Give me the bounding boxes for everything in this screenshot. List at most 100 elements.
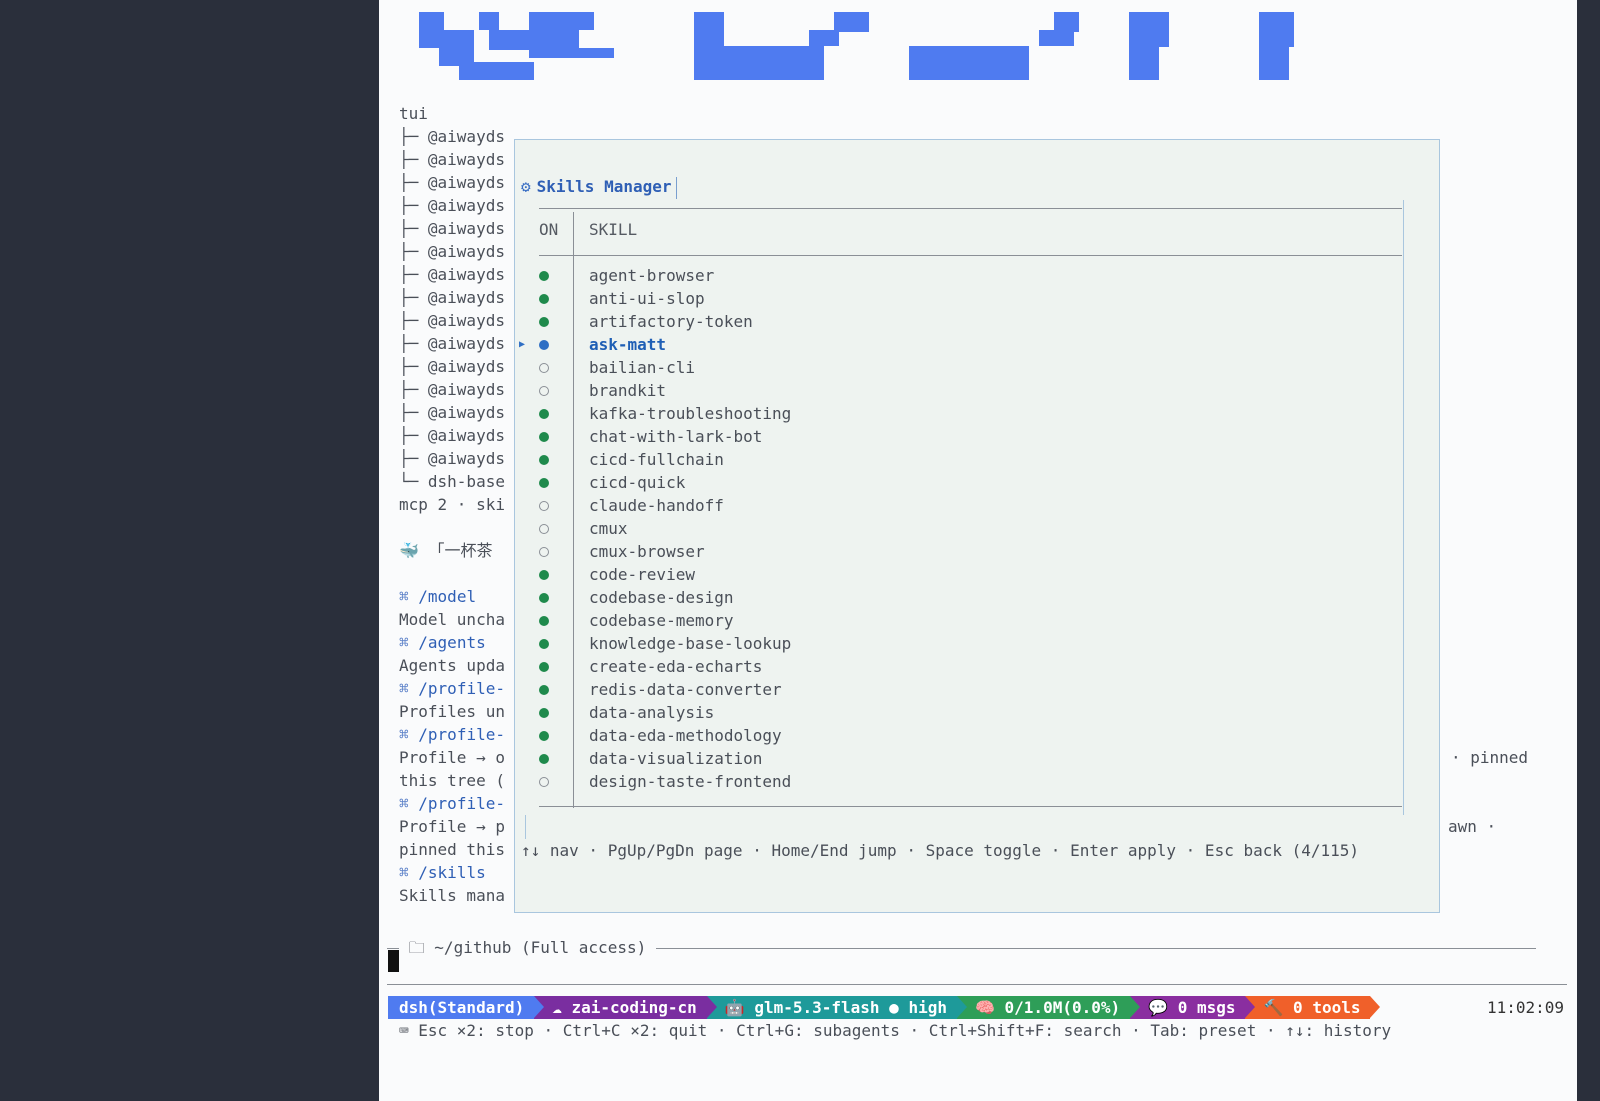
skill-name: brandkit	[589, 381, 667, 400]
command-icon: ⌘	[399, 679, 409, 698]
skills-manager-modal[interactable]: ⚙ Skills Manager ON SKILL agent-browser an…	[514, 139, 1440, 913]
enabled-dot-icon[interactable]	[539, 754, 549, 764]
enabled-dot-icon[interactable]	[539, 455, 549, 465]
skill-row[interactable]: data-eda-methodology	[539, 724, 1402, 747]
skill-name: ask-matt	[589, 335, 667, 354]
enabled-dot-icon[interactable]	[539, 432, 549, 442]
logo-block	[1259, 46, 1289, 80]
tree-item: ├─ @aiwayds	[399, 380, 505, 399]
disabled-dot-icon[interactable]	[539, 363, 549, 373]
skill-row[interactable]: codebase-memory	[539, 609, 1402, 632]
tree-item: ├─ @aiwayds	[399, 357, 505, 376]
history-output: this tree (	[399, 771, 505, 790]
enabled-dot-icon[interactable]	[539, 409, 549, 419]
disabled-dot-icon[interactable]	[539, 777, 549, 787]
tree-item: ├─ @aiwayds	[399, 403, 505, 422]
logo-block	[909, 46, 1029, 80]
enabled-dot-icon[interactable]	[539, 478, 549, 488]
ascii-logo	[419, 12, 1294, 80]
enabled-dot-icon[interactable]	[539, 731, 549, 741]
logo-block	[1129, 46, 1159, 80]
tree-item: ├─ @aiwayds	[399, 242, 505, 261]
tree-root: tui	[399, 104, 428, 123]
skill-name: cicd-fullchain	[589, 450, 724, 469]
history-command: ⌘ /skills	[399, 861, 486, 884]
skill-name: artifactory-token	[589, 312, 753, 331]
logo-block	[419, 30, 474, 48]
history-output: Profile → o	[399, 748, 505, 767]
skill-row[interactable]: data-visualization	[539, 747, 1402, 770]
tree-item: ├─ @aiwayds	[399, 127, 505, 146]
command-icon: ⌘	[399, 725, 409, 744]
skill-name: codebase-memory	[589, 611, 734, 630]
column-header-skill: SKILL	[589, 220, 638, 239]
skill-row[interactable]: kafka-troubleshooting	[539, 402, 1402, 425]
disabled-dot-icon[interactable]	[539, 547, 549, 557]
status-rule	[387, 984, 1567, 985]
cwd-text: ~/github (Full access)	[434, 938, 647, 957]
command-text: /skills	[418, 863, 486, 882]
model-icon: 🤖	[724, 998, 745, 1017]
skill-row[interactable]: data-analysis	[539, 701, 1402, 724]
enabled-dot-icon[interactable]	[539, 570, 549, 580]
skill-row[interactable]: bailian-cli	[539, 356, 1402, 379]
prompt-caret[interactable]	[388, 950, 399, 972]
disabled-dot-icon[interactable]	[539, 524, 549, 534]
keyboard-hints: ⌨ Esc ×2: stop · Ctrl+C ×2: quit · Ctrl+…	[399, 1021, 1392, 1040]
tree-item: ├─ @aiwayds	[399, 150, 505, 169]
skill-row[interactable]: knowledge-base-lookup	[539, 632, 1402, 655]
status-segment-text: 0 tools	[1293, 998, 1361, 1017]
skill-row[interactable]: cmux-browser	[539, 540, 1402, 563]
skill-row[interactable]: anti-ui-slop	[539, 287, 1402, 310]
left-desktop-margin	[0, 0, 379, 1101]
tree-item: ├─ @aiwayds	[399, 449, 505, 468]
skill-name: codebase-design	[589, 588, 734, 607]
skills-table[interactable]: ON SKILL agent-browser anti-ui-slop artifa…	[519, 202, 1402, 810]
skill-row[interactable]: cicd-quick	[539, 471, 1402, 494]
skill-row[interactable]: agent-browser	[539, 264, 1402, 287]
status-segment-profile: dsh(Standard)	[388, 996, 545, 1019]
status-segment-text: 0 msgs	[1177, 998, 1236, 1017]
enabled-dot-icon[interactable]	[539, 340, 549, 350]
logo-block	[1039, 30, 1074, 46]
status-clock: 11:02:09	[1487, 998, 1565, 1017]
disabled-dot-icon[interactable]	[539, 501, 549, 511]
command-icon: ⌘	[399, 863, 409, 882]
skill-row[interactable]: claude-handoff	[539, 494, 1402, 517]
enabled-dot-icon[interactable]	[539, 639, 549, 649]
skill-row[interactable]: brandkit	[539, 379, 1402, 402]
skill-row[interactable]: create-eda-echarts	[539, 655, 1402, 678]
terminal-window[interactable]: tui ├─ @aiwayds ├─ @aiwayds ├─ @aiwayds ├─ …	[379, 0, 1577, 1101]
skill-row[interactable]: chat-with-lark-bot	[539, 425, 1402, 448]
enabled-dot-icon[interactable]	[539, 294, 549, 304]
logo-block	[694, 12, 724, 47]
enabled-dot-icon[interactable]	[539, 616, 549, 626]
modal-title: ⚙ Skills Manager	[521, 175, 677, 199]
table-top-rule	[539, 208, 1402, 209]
skill-row[interactable]: design-taste-frontend	[539, 770, 1402, 793]
logo-block	[1054, 12, 1079, 32]
history-output: Agents upda	[399, 656, 505, 675]
skill-row[interactable]: codebase-design	[539, 586, 1402, 609]
skill-row[interactable]: code-review	[539, 563, 1402, 586]
skill-row[interactable]: ▶ ask-matt	[519, 333, 1402, 356]
enabled-dot-icon[interactable]	[539, 685, 549, 695]
skill-row[interactable]: redis-data-converter	[539, 678, 1402, 701]
skill-name: data-eda-methodology	[589, 726, 782, 745]
logo-block	[419, 12, 444, 30]
skill-row[interactable]: cmux	[539, 517, 1402, 540]
logo-block	[694, 46, 824, 80]
skill-row[interactable]: cicd-fullchain	[539, 448, 1402, 471]
logo-block	[479, 12, 499, 30]
enabled-dot-icon[interactable]	[539, 593, 549, 603]
enabled-dot-icon[interactable]	[539, 708, 549, 718]
enabled-dot-icon[interactable]	[539, 271, 549, 281]
history-command: ⌘ /profile-	[399, 677, 505, 700]
command-icon: ⌘	[399, 587, 409, 606]
enabled-dot-icon[interactable]	[539, 317, 549, 327]
skill-name: redis-data-converter	[589, 680, 782, 699]
history-command: ⌘ /model	[399, 585, 476, 608]
enabled-dot-icon[interactable]	[539, 662, 549, 672]
disabled-dot-icon[interactable]	[539, 386, 549, 396]
skill-row[interactable]: artifactory-token	[539, 310, 1402, 333]
